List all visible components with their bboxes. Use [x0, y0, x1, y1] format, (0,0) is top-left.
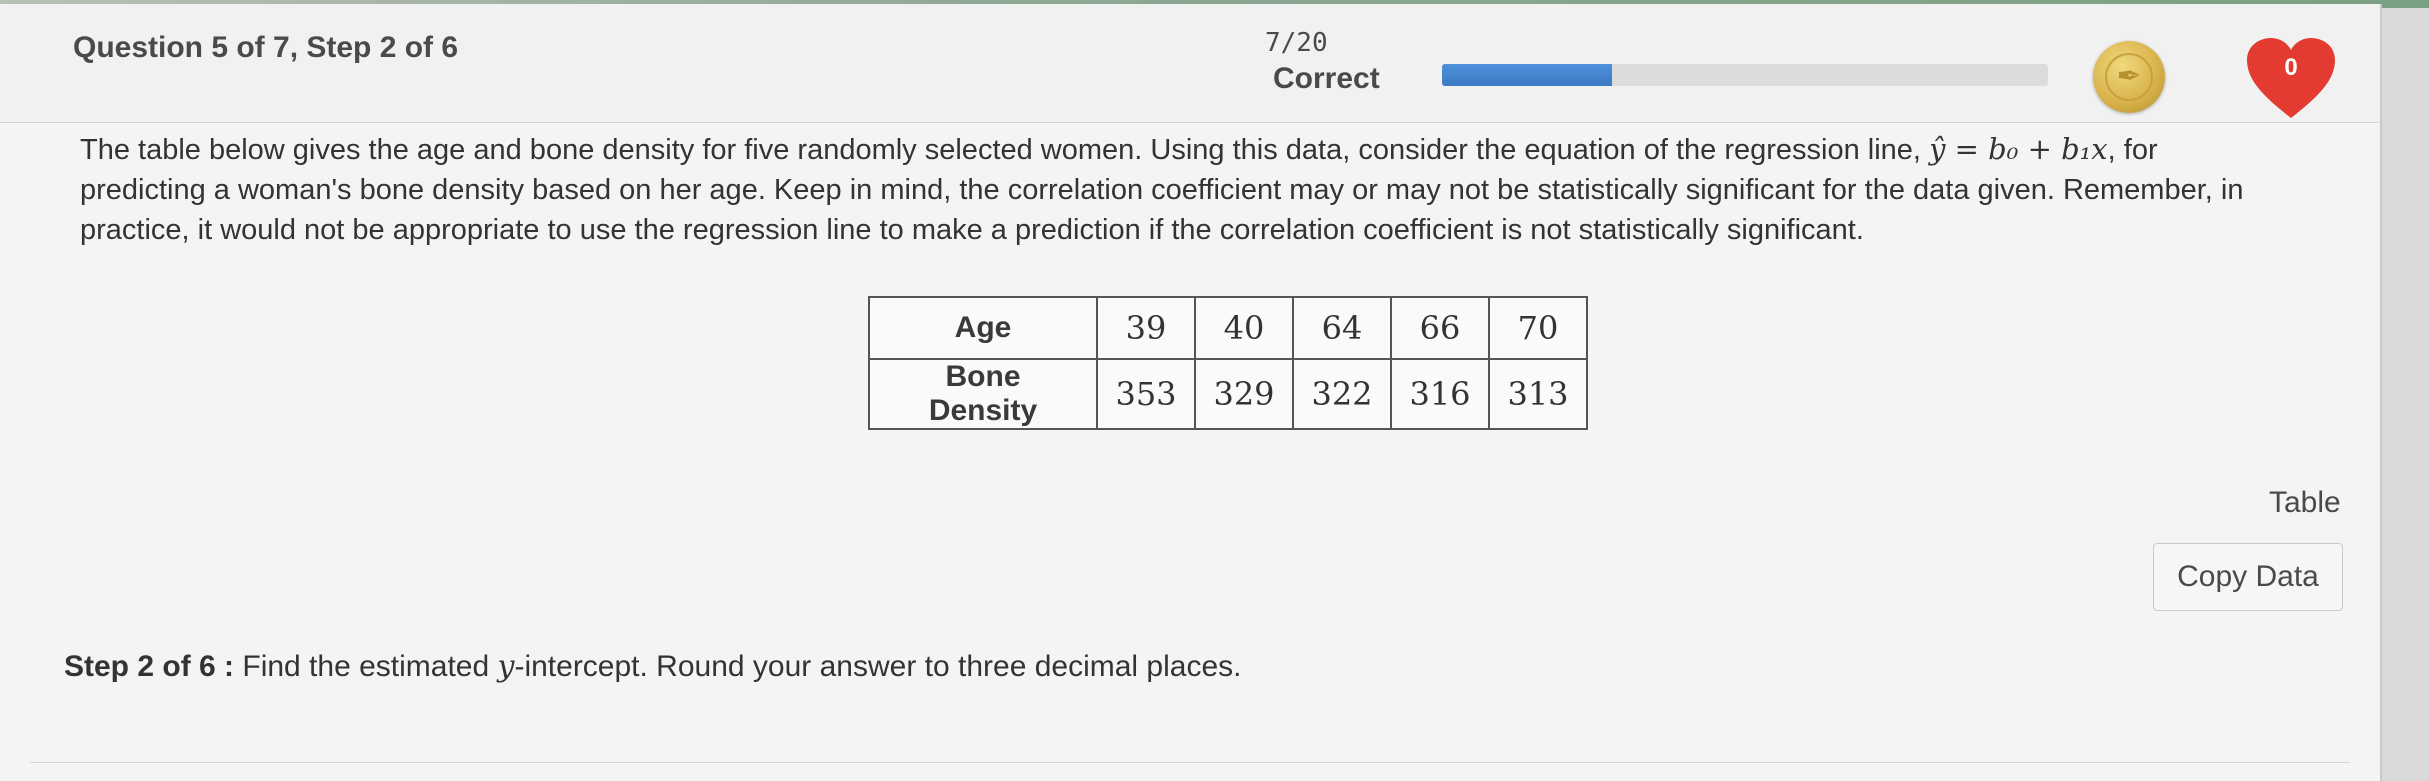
step-text-before: Find the estimated — [234, 650, 498, 683]
coin-symbol: ✒ — [2105, 53, 2153, 101]
table-cell: 40 — [1194, 296, 1294, 360]
data-table: Age 39 40 64 66 70 Bone Density 353 329 … — [868, 296, 1588, 430]
table-cell: 70 — [1488, 296, 1588, 360]
step-label: Step 2 of 6 : — [64, 650, 235, 683]
score-label: Correct — [1273, 62, 1380, 95]
table-cell: 322 — [1292, 358, 1392, 430]
table-cell: 329 — [1194, 358, 1294, 430]
step-text-after: -intercept. Round your answer to three d… — [514, 650, 1242, 683]
table-link[interactable]: Table — [2269, 486, 2341, 520]
table-cell: 66 — [1390, 296, 1490, 360]
table-cell: 64 — [1292, 296, 1392, 360]
score-value: 7/20 — [1265, 28, 1328, 58]
table-cell: 353 — [1096, 358, 1196, 430]
problem-line-3: practice, it would not be appropriate to… — [80, 214, 1864, 246]
step-prompt: Step 2 of 6 : Find the estimated y-inter… — [64, 649, 1241, 684]
heart-icon[interactable]: 0 — [2243, 36, 2339, 122]
problem-line-1-text: The table below gives the age and bone d… — [80, 134, 1930, 166]
bottom-divider — [30, 762, 2350, 763]
table-cell: 313 — [1488, 358, 1588, 430]
row-header-age: Age — [868, 296, 1098, 360]
regression-equation: ŷ = b₀ + b₁x — [1929, 132, 2108, 166]
problem-line-1: The table below gives the age and bone d… — [80, 129, 2380, 170]
problem-line-1-tail: , for — [2107, 134, 2158, 166]
table-cell: 316 — [1390, 358, 1490, 430]
hearts-count: 0 — [2284, 54, 2298, 81]
question-panel: Question 5 of 7, Step 2 of 6 7/20 Correc… — [0, 4, 2382, 781]
problem-statement: The table below gives the age and bone d… — [80, 129, 2380, 250]
progress-bar — [1442, 64, 2048, 86]
question-header: Question 5 of 7, Step 2 of 6 7/20 Correc… — [0, 4, 2380, 123]
step-variable: y — [497, 649, 515, 684]
problem-line-2: predicting a woman's bone density based … — [80, 174, 2244, 206]
coin-icon[interactable]: ✒ — [2093, 41, 2165, 113]
table-cell: 39 — [1096, 296, 1196, 360]
copy-data-button[interactable]: Copy Data — [2153, 543, 2343, 611]
row-header-bone-density: Bone Density — [868, 358, 1098, 430]
table-row-bone-density: Bone Density 353 329 322 316 313 — [868, 358, 1588, 430]
table-row-age: Age 39 40 64 66 70 — [868, 296, 1588, 360]
question-progress-label: Question 5 of 7, Step 2 of 6 — [73, 31, 459, 64]
progress-bar-fill — [1442, 64, 1612, 86]
